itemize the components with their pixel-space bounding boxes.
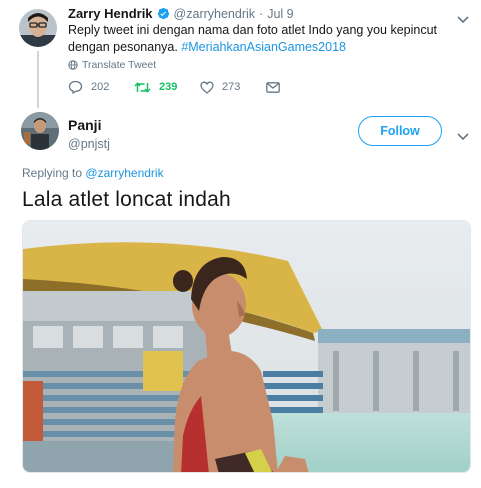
retweet-icon <box>134 81 151 94</box>
parent-author-name[interactable]: Zarry Hendrik <box>68 6 153 21</box>
tweet-photo[interactable] <box>22 220 471 473</box>
verified-badge-icon <box>157 7 170 20</box>
parent-avatar[interactable] <box>19 9 57 47</box>
thread-connector-line <box>37 51 39 108</box>
replying-to-handle-link[interactable]: @zarryhendrik <box>85 166 163 180</box>
like-count: 273 <box>222 81 241 93</box>
reply-count: 202 <box>91 81 110 93</box>
parent-handle[interactable]: @zarryhendrik <box>174 7 255 21</box>
globe-icon <box>68 60 78 70</box>
hashtag-link[interactable]: #MeriahkanAsianGames2018 <box>181 40 346 54</box>
chevron-down-icon[interactable] <box>457 11 469 24</box>
retweet-button[interactable]: 239 <box>134 81 200 94</box>
header-separator: · <box>259 6 264 21</box>
parent-action-bar: 202 239 273 <box>68 80 332 94</box>
translate-label: Translate Tweet <box>82 59 157 71</box>
reply-avatar[interactable] <box>21 112 59 150</box>
translate-tweet-link[interactable]: Translate Tweet <box>68 59 156 71</box>
reply-header: Panji @pnjstj <box>68 117 110 151</box>
retweet-count: 239 <box>159 81 178 93</box>
follow-button[interactable]: Follow <box>358 116 442 146</box>
reply-author-name[interactable]: Panji <box>68 117 110 133</box>
reply-tweet-text: Lala atlet loncat indah <box>22 188 231 211</box>
parent-tweet-text: Reply tweet ini dengan nama dan foto atl… <box>68 22 458 56</box>
reply-handle[interactable]: @pnjstj <box>68 137 110 151</box>
like-icon <box>200 81 214 94</box>
parent-date[interactable]: Jul 9 <box>267 7 293 21</box>
message-button[interactable] <box>266 81 332 93</box>
like-button[interactable]: 273 <box>200 81 266 94</box>
reply-button[interactable]: 202 <box>68 80 134 94</box>
message-icon <box>266 81 280 93</box>
replying-to-line: Replying to @zarryhendrik <box>22 166 164 180</box>
chevron-down-icon[interactable] <box>457 128 469 141</box>
replying-prefix: Replying to <box>22 166 83 180</box>
reply-icon <box>68 80 83 94</box>
parent-header: Zarry Hendrik @zarryhendrik · Jul 9 <box>68 6 294 21</box>
